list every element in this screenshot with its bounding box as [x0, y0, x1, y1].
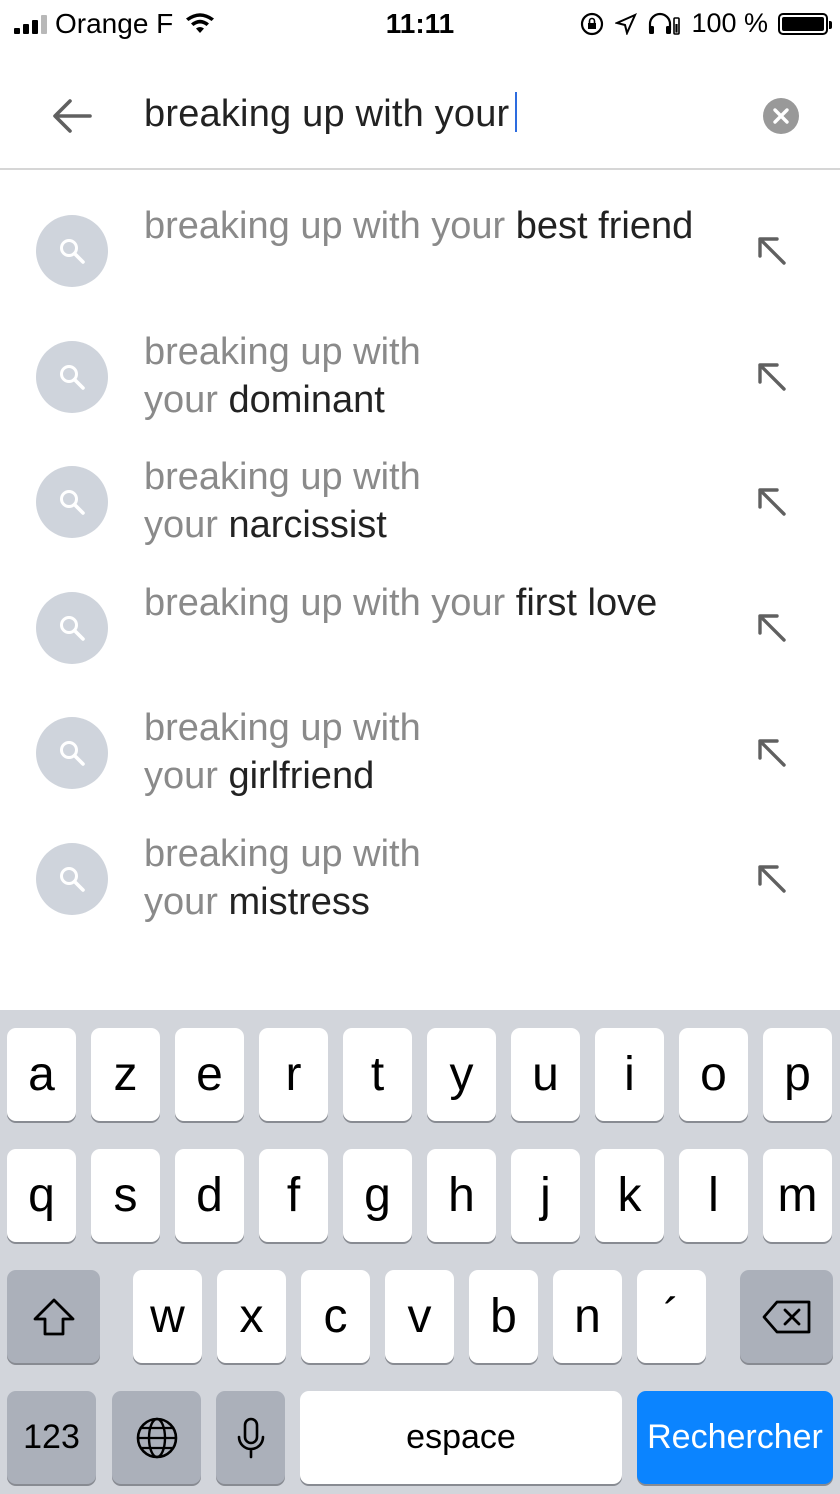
suggestion-text: breaking up with your first love: [144, 579, 704, 627]
key-acute-accent[interactable]: ´: [637, 1270, 706, 1363]
status-right: 100 %: [579, 8, 832, 39]
suggestion-completion: narcissist: [228, 504, 387, 546]
search-icon: [60, 741, 85, 766]
key-w[interactable]: w: [133, 1270, 202, 1363]
suggestion-item[interactable]: breaking up with your girlfriend: [0, 698, 840, 824]
suggestion-text: breaking up with your mistress: [144, 830, 474, 926]
text-cursor: [515, 92, 518, 132]
suggestion-item[interactable]: breaking up with your first love: [0, 573, 840, 699]
numbers-key[interactable]: 123: [7, 1391, 96, 1484]
suggestion-search-icon: [36, 842, 108, 915]
shift-key[interactable]: [7, 1270, 100, 1363]
key-c[interactable]: c: [301, 1270, 370, 1363]
close-icon: [773, 108, 789, 124]
search-query-text: breaking up with your: [144, 93, 510, 135]
search-icon: [60, 615, 85, 641]
key-q[interactable]: q: [7, 1149, 76, 1242]
key-k[interactable]: k: [595, 1149, 664, 1242]
key-z[interactable]: z: [91, 1028, 160, 1121]
search-icon: [60, 866, 85, 892]
globe-key[interactable]: [112, 1391, 201, 1484]
fill-query-arrow-icon[interactable]: [755, 862, 789, 896]
key-h[interactable]: h: [427, 1149, 496, 1242]
status-bar: Orange F 11:11 100 %: [0, 0, 840, 48]
suggestion-completion: first love: [515, 581, 658, 624]
suggestion-search-icon: [36, 215, 108, 287]
key-m[interactable]: m: [763, 1149, 832, 1242]
key-f[interactable]: f: [259, 1149, 328, 1242]
key-i[interactable]: i: [595, 1028, 664, 1121]
search-input[interactable]: breaking up with your: [144, 92, 518, 136]
globe-icon: [136, 1417, 177, 1458]
on-screen-keyboard: a z e r t y u i o p q s d f g h j k l m …: [0, 1010, 840, 1494]
suggestion-text: breaking up with your girlfriend: [144, 704, 474, 800]
fill-query-arrow-icon[interactable]: [755, 234, 789, 268]
suggestion-completion: mistress: [228, 880, 370, 923]
back-arrow-icon[interactable]: [50, 94, 94, 138]
battery-percentage: 100 %: [691, 8, 768, 38]
suggestion-list: breaking up with your best friend breaki…: [0, 196, 840, 949]
headphones-icon: [649, 12, 681, 35]
suggestion-text: breaking up with your dominant: [144, 328, 474, 424]
suggestion-search-icon: [36, 466, 108, 538]
microphone-icon: [237, 1417, 264, 1458]
shift-icon: [33, 1298, 74, 1335]
suggestion-item[interactable]: breaking up with your narcissist: [0, 447, 840, 573]
key-s[interactable]: s: [91, 1149, 160, 1242]
fill-query-arrow-icon[interactable]: [755, 736, 789, 770]
suggestion-search-icon: [36, 717, 108, 789]
suggestion-search-icon: [36, 591, 108, 664]
key-d[interactable]: d: [175, 1149, 244, 1242]
fill-query-arrow-icon[interactable]: [755, 360, 789, 394]
key-v[interactable]: v: [385, 1270, 454, 1363]
battery-icon: [778, 12, 832, 35]
suggestion-typed-part: breaking up with your: [144, 205, 506, 247]
search-icon: [60, 490, 85, 515]
fill-query-arrow-icon[interactable]: [755, 485, 789, 519]
location-arrow-icon: [615, 12, 638, 35]
suggestion-item[interactable]: breaking up with your mistress: [0, 824, 840, 950]
key-a[interactable]: a: [7, 1028, 76, 1121]
clear-search-button[interactable]: [763, 98, 799, 134]
key-l[interactable]: l: [679, 1149, 748, 1242]
search-icon: [60, 364, 85, 390]
suggestion-completion: girlfriend: [228, 755, 375, 797]
key-y[interactable]: y: [427, 1028, 496, 1121]
suggestion-item[interactable]: breaking up with your best friend: [0, 196, 840, 322]
space-key[interactable]: espace: [300, 1391, 622, 1484]
key-r[interactable]: r: [259, 1028, 328, 1121]
key-x[interactable]: x: [217, 1270, 286, 1363]
orientation-lock-icon: [581, 12, 604, 35]
search-return-key[interactable]: Rechercher: [637, 1391, 833, 1484]
suggestion-item[interactable]: breaking up with your dominant: [0, 322, 840, 448]
suggestion-typed-part: breaking up with your: [144, 581, 506, 624]
backspace-icon: [762, 1300, 810, 1333]
suggestion-search-icon: [36, 340, 108, 413]
dictation-key[interactable]: [216, 1391, 285, 1484]
key-o[interactable]: o: [679, 1028, 748, 1121]
key-g[interactable]: g: [343, 1149, 412, 1242]
search-bar: breaking up with your: [0, 48, 840, 170]
backspace-key[interactable]: [740, 1270, 833, 1363]
key-j[interactable]: j: [511, 1149, 580, 1242]
suggestion-completion: best friend: [515, 205, 694, 247]
key-p[interactable]: p: [763, 1028, 832, 1121]
suggestion-text: breaking up with your best friend: [144, 202, 704, 250]
key-t[interactable]: t: [343, 1028, 412, 1121]
key-b[interactable]: b: [469, 1270, 538, 1363]
suggestion-text: breaking up with your narcissist: [144, 453, 474, 549]
search-icon: [60, 239, 85, 264]
key-n[interactable]: n: [553, 1270, 622, 1363]
fill-query-arrow-icon[interactable]: [755, 611, 789, 645]
key-u[interactable]: u: [511, 1028, 580, 1121]
key-e[interactable]: e: [175, 1028, 244, 1121]
suggestion-completion: dominant: [228, 378, 385, 421]
